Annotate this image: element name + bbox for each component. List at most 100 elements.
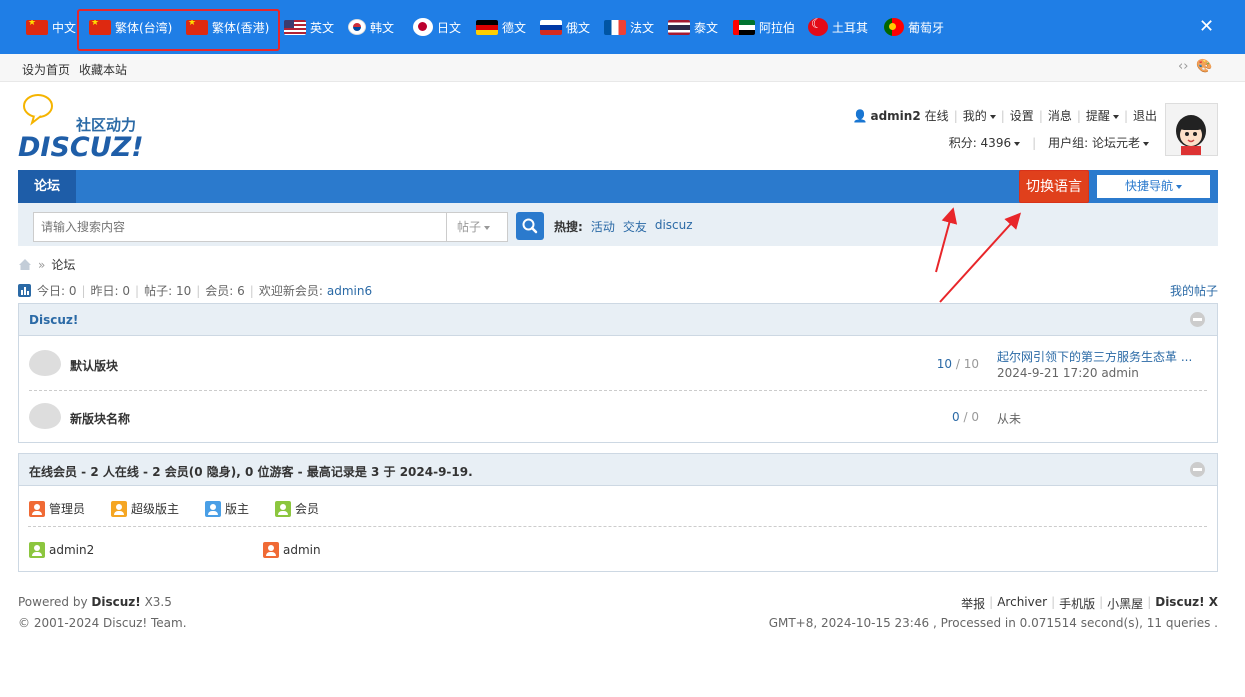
korea-flag-icon — [348, 19, 366, 35]
chevron-down-icon — [989, 114, 996, 119]
forum-name-link[interactable]: 默认版块 — [70, 357, 118, 374]
uae-flag-icon — [733, 19, 755, 35]
france-flag-icon — [604, 19, 626, 35]
code-icon[interactable]: ‹› — [1178, 59, 1188, 74]
legend-member: 会员 — [275, 500, 319, 517]
usergroup-menu[interactable]: 用户组: 论坛元老 — [1048, 134, 1149, 151]
mine-menu[interactable]: 我的 — [963, 107, 996, 124]
search-type-select[interactable]: 帖子 — [446, 212, 508, 242]
set-home-link[interactable]: 设为首页 — [22, 61, 70, 78]
russia-flag-icon — [540, 19, 562, 35]
logout-link[interactable]: 退出 — [1133, 107, 1157, 124]
online-status: 在线 — [924, 109, 949, 123]
lang-thai[interactable]: 泰文 — [668, 17, 718, 37]
lang-traditional-hongkong[interactable]: 繁体(香港) — [186, 17, 269, 37]
chevron-down-icon — [1014, 141, 1021, 146]
lang-arabic[interactable]: 阿拉伯 — [733, 17, 795, 37]
lang-russian[interactable]: 俄文 — [540, 17, 590, 37]
switch-language-button[interactable]: 切换语言 — [1019, 170, 1089, 203]
online-user[interactable]: admin — [263, 542, 321, 558]
forum-counts: 0 / 0 — [952, 410, 979, 424]
nav-tab-forum[interactable]: 论坛 — [18, 170, 76, 203]
search-button[interactable] — [516, 212, 544, 240]
lang-turkish[interactable]: 土耳其 — [808, 17, 868, 37]
bookmark-link[interactable]: 收藏本站 — [79, 61, 127, 78]
last-post-meta: 从未 — [997, 412, 1022, 426]
username-link[interactable]: admin2 — [870, 109, 920, 123]
home-icon[interactable] — [18, 258, 32, 271]
quick-nav-button[interactable]: 快捷导航 — [1097, 175, 1210, 198]
forum-category-box: Discuz! 默认版块 10 / 10 起尔网引领下的第三方服务生态革 ...… — [18, 303, 1218, 443]
user-icon — [205, 500, 221, 517]
divider — [28, 526, 1207, 527]
my-posts-link[interactable]: 我的帖子 — [1170, 282, 1218, 299]
new-member-link[interactable]: admin6 — [327, 284, 372, 298]
legend-admin: 管理员 — [29, 500, 85, 517]
lang-traditional-taiwan[interactable]: 繁体(台湾) — [89, 17, 172, 37]
stat-members: 会员: 6 — [205, 284, 245, 298]
palette-icon[interactable]: 🎨 — [1196, 59, 1212, 74]
points-menu[interactable]: 积分: 4396 — [949, 134, 1021, 151]
footer-brand-link[interactable]: Discuz! — [91, 595, 140, 609]
hot-search: 热搜: 活动 交友 discuz — [554, 218, 693, 235]
language-bar: 中文 繁体(台湾) 繁体(香港) 英文 韩文 日文 德文 俄文 法文 泰文 阿拉… — [0, 0, 1245, 54]
footer-runtime: GMT+8, 2024-10-15 23:46 , Processed in 0… — [768, 616, 1218, 630]
forum-bubble-icon — [29, 403, 61, 429]
japan-flag-icon — [413, 18, 433, 36]
online-members-box: 在线会员 - 2 人在线 - 2 会员(0 隐身), 0 位游客 - 最高记录是… — [18, 453, 1218, 572]
lang-english[interactable]: 英文 — [284, 17, 334, 37]
chevron-down-icon — [1176, 184, 1182, 189]
portugal-flag-icon — [884, 18, 904, 36]
online-title: 在线会员 - 2 人在线 - 2 会员(0 隐身), 0 位游客 - 最高记录是… — [29, 465, 473, 479]
collapse-icon[interactable] — [1190, 462, 1205, 477]
settings-link[interactable]: 设置 — [1010, 107, 1034, 124]
forum-name-link[interactable]: 新版块名称 — [70, 410, 130, 427]
forum-row: 默认版块 10 / 10 起尔网引领下的第三方服务生态革 ... 2024-9-… — [19, 336, 1217, 390]
last-post-title[interactable]: 起尔网引领下的第三方服务生态革 ... — [997, 348, 1192, 365]
hot-term[interactable]: 活动 — [591, 218, 615, 235]
report-link[interactable]: 举报 — [961, 595, 985, 612]
blackroom-link[interactable]: 小黑屋 — [1107, 595, 1143, 612]
lang-japanese[interactable]: 日文 — [413, 17, 461, 37]
forum-counts: 10 / 10 — [936, 357, 979, 371]
avatar[interactable] — [1165, 103, 1218, 156]
close-icon[interactable]: ✕ — [1199, 17, 1214, 37]
footer-brand-right[interactable]: Discuz! X — [1155, 595, 1218, 612]
lang-french[interactable]: 法文 — [604, 17, 654, 37]
archiver-link[interactable]: Archiver — [997, 595, 1047, 612]
search-input[interactable] — [33, 212, 447, 242]
breadcrumb-current: 论坛 — [51, 258, 76, 272]
stat-yesterday: 昨日: 0 — [90, 284, 131, 298]
breadcrumb: » 论坛 — [18, 256, 75, 273]
lang-portuguese[interactable]: 葡萄牙 — [884, 17, 944, 37]
category-title[interactable]: Discuz! — [29, 313, 78, 327]
messages-link[interactable]: 消息 — [1048, 107, 1072, 124]
mobile-link[interactable]: 手机版 — [1059, 595, 1095, 612]
reminders-menu[interactable]: 提醒 — [1086, 107, 1119, 124]
discuz-logo-icon: 社区动力 DISCUZ! — [18, 94, 144, 163]
hot-term[interactable]: discuz — [655, 218, 693, 235]
chevron-down-icon — [1112, 114, 1119, 119]
chart-icon — [18, 284, 31, 297]
logo-brand: DISCUZ! — [18, 132, 144, 160]
welcome-text: 欢迎新会员: — [258, 284, 323, 298]
online-header: 在线会员 - 2 人在线 - 2 会员(0 隐身), 0 位游客 - 最高记录是… — [19, 454, 1217, 486]
footer-links: 举报 | Archiver | 手机版 | 小黑屋 | Discuz! X — [961, 595, 1218, 612]
lang-german[interactable]: 德文 — [476, 17, 526, 37]
online-user[interactable]: admin2 — [29, 542, 94, 558]
site-logo[interactable]: 社区动力 DISCUZ! — [18, 92, 158, 163]
collapse-icon[interactable] — [1190, 312, 1205, 327]
legend-moderator: 版主 — [205, 500, 249, 517]
hot-term[interactable]: 交友 — [623, 218, 647, 235]
forum-row: 新版块名称 0 / 0 从未 — [29, 390, 1207, 444]
lang-chinese[interactable]: 中文 — [26, 17, 76, 37]
china-flag-icon — [26, 19, 48, 35]
chevron-down-icon — [1143, 141, 1149, 146]
turkey-flag-icon — [808, 18, 828, 36]
lang-korean[interactable]: 韩文 — [348, 17, 394, 37]
user-points-group: 积分: 4396 | 用户组: 论坛元老 — [949, 134, 1149, 151]
search-bar: 帖子 热搜: 活动 交友 discuz — [18, 203, 1218, 246]
usa-flag-icon — [284, 19, 306, 35]
user-icon: 👤 — [852, 108, 868, 123]
footer-powered: Powered by Discuz! X3.5 — [18, 595, 172, 609]
